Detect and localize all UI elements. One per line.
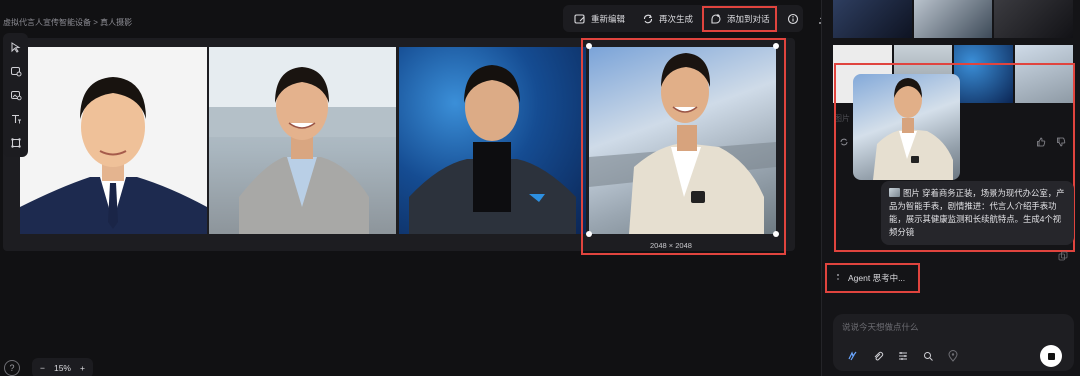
user-message-label: 图片 (903, 188, 920, 198)
zoom-out-button[interactable]: − (40, 363, 45, 373)
info-icon (786, 12, 800, 26)
generated-image-3[interactable] (399, 47, 586, 234)
crop-icon[interactable] (8, 135, 24, 151)
selection-box[interactable] (581, 38, 786, 255)
agent-status-text: Agent 思考中... (848, 273, 906, 283)
left-toolbar (3, 33, 28, 157)
edit-icon (573, 12, 587, 26)
re-edit-label: 重新编辑 (591, 13, 626, 24)
help-icon[interactable]: ? (4, 360, 20, 376)
stop-icon (1047, 352, 1055, 360)
add-to-chat-label: 添加到对话 (727, 13, 770, 24)
user-message: 图片 穿着商务正装，场景为现代办公室，产品为智能手表，剧情推进：代言人介绍手表功… (881, 181, 1074, 245)
loading-icon (837, 274, 839, 280)
history-strip (833, 0, 1074, 38)
image-size-label: 2048 × 2048 (650, 241, 692, 250)
generated-image-1[interactable] (20, 47, 207, 234)
add-to-chat-button[interactable]: 添加到对话 (702, 5, 777, 32)
chat-input[interactable] (842, 322, 1042, 332)
copy-icon[interactable] (1058, 251, 1068, 263)
breadcrumb[interactable]: 虚拟代言人宣传智能设备 > 真人摄影 (3, 17, 132, 28)
add-chat-icon (709, 12, 723, 26)
zoom-level[interactable]: 15% (54, 363, 71, 373)
refresh-icon (641, 12, 655, 26)
image-chip-icon (889, 188, 900, 197)
resize-handle-br[interactable] (773, 231, 779, 237)
history-image[interactable] (994, 0, 1074, 38)
location-icon[interactable] (945, 348, 960, 363)
attached-image-preview[interactable] (853, 74, 960, 180)
zoom-control: − 15% + (32, 358, 93, 376)
resize-handle-tl[interactable] (586, 43, 592, 49)
image-gen-icon[interactable] (8, 87, 24, 103)
text-icon[interactable] (8, 111, 24, 127)
history-image[interactable] (833, 0, 912, 38)
re-edit-button[interactable]: 重新编辑 (569, 9, 629, 29)
agent-status: Agent 思考中... (825, 263, 920, 293)
cursor-icon[interactable] (8, 39, 24, 55)
info-button[interactable] (782, 9, 804, 29)
history-image[interactable] (913, 0, 993, 38)
resize-handle-tr[interactable] (773, 43, 779, 49)
settings-sliders-icon[interactable] (895, 348, 910, 363)
search-refresh-icon[interactable] (920, 348, 935, 363)
lasso-icon[interactable] (8, 63, 24, 79)
chat-composer (833, 314, 1074, 371)
resize-handle-bl[interactable] (586, 231, 592, 237)
regenerate-button[interactable]: 再次生成 (637, 9, 697, 29)
zoom-in-button[interactable]: + (80, 363, 85, 373)
stop-button[interactable] (1040, 345, 1062, 367)
agent-mode-icon[interactable] (845, 348, 860, 363)
image-toolbar: 重新编辑 再次生成 添加到对话 (563, 5, 827, 32)
attach-icon[interactable] (870, 348, 885, 363)
generated-image-2[interactable] (209, 47, 396, 234)
zoom-bar: ? − 15% + (4, 358, 93, 376)
regenerate-label: 再次生成 (659, 13, 694, 24)
composer-tools (845, 348, 960, 363)
